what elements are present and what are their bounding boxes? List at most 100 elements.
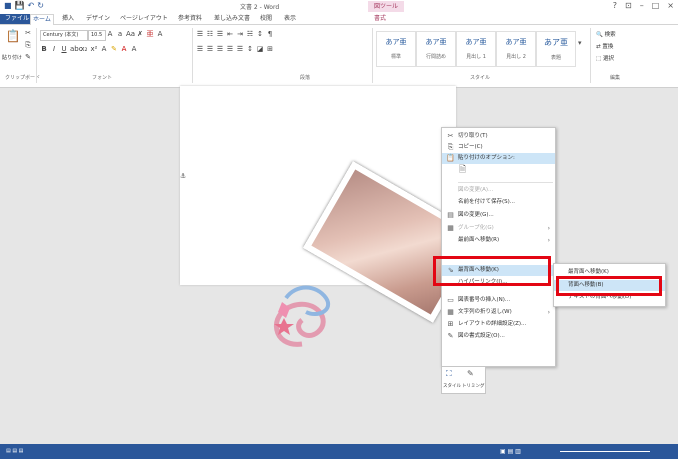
- numbering-icon[interactable]: ☷: [206, 30, 214, 38]
- redo-icon[interactable]: ↻: [37, 1, 44, 10]
- format-painter-icon[interactable]: ✎: [24, 53, 32, 61]
- subscript-icon[interactable]: x₂: [80, 45, 88, 53]
- menu-item-wrap-text[interactable]: ▦ 文字列の折り返し(W) ›: [442, 307, 555, 318]
- styles-more-icon[interactable]: ▾: [578, 39, 582, 47]
- close-icon[interactable]: ×: [667, 1, 674, 10]
- grow-font-icon[interactable]: A: [106, 30, 114, 38]
- menu-item-copy[interactable]: ⎘ コピー(C): [442, 142, 555, 153]
- char-shading-icon[interactable]: A: [130, 45, 138, 53]
- underline-icon[interactable]: U: [60, 45, 68, 53]
- crop-label[interactable]: トリミング: [462, 383, 485, 389]
- style-heading2[interactable]: あア亜 見出し 2: [496, 31, 536, 67]
- menu-item-group: ▦ グループ化(G) ›: [447, 224, 550, 232]
- asian-layout-icon[interactable]: ☵: [246, 30, 254, 38]
- style-normal[interactable]: あア亜 標準: [376, 31, 416, 67]
- tab-home[interactable]: ホーム: [30, 14, 54, 25]
- text-effect-icon[interactable]: A: [100, 45, 108, 53]
- highlight-send-backward: [556, 276, 662, 296]
- undo-icon[interactable]: ↶: [28, 1, 35, 10]
- cut-icon[interactable]: ✂: [24, 29, 32, 37]
- decorative-illustration[interactable]: [262, 262, 362, 362]
- tab-mailings[interactable]: 差し込み文書: [212, 14, 252, 24]
- ribbon-display-icon[interactable]: ⊡: [625, 1, 632, 10]
- replace-icon: ⇄: [596, 44, 601, 50]
- picture-tools-tab: 図ツール: [368, 1, 405, 12]
- replace-button[interactable]: ⇄ 置換: [596, 42, 616, 50]
- highlight-icon[interactable]: ✎: [110, 45, 118, 53]
- shrink-font-icon[interactable]: a: [116, 30, 124, 38]
- font-color-icon[interactable]: A: [120, 45, 128, 53]
- strikethrough-icon[interactable]: abc: [70, 45, 83, 53]
- increase-indent-icon[interactable]: ⇥: [236, 30, 244, 38]
- menu-item-paste-options[interactable]: 📋 貼り付けのオプション:: [442, 153, 555, 164]
- crop-icon[interactable]: ✎: [467, 369, 474, 378]
- save-icon[interactable]: 💾: [15, 1, 25, 10]
- font-name-box[interactable]: Century (本文): [40, 30, 88, 41]
- menu-item-save-as-picture[interactable]: 名前を付けて保存(S)...: [442, 197, 555, 208]
- select-icon: ⬚: [596, 56, 602, 62]
- chevron-right-icon: ›: [547, 225, 550, 232]
- borders-icon[interactable]: ⊞: [266, 45, 274, 53]
- show-marks-icon[interactable]: ¶: [266, 30, 274, 38]
- menu-item-layout-options[interactable]: ⊞ レイアウトの詳細設定(Z)...: [442, 319, 555, 330]
- italic-icon[interactable]: I: [50, 45, 58, 53]
- superscript-icon[interactable]: x²: [90, 45, 98, 53]
- paste-icon: 📋: [446, 154, 455, 162]
- multilevel-icon[interactable]: ☰: [216, 30, 224, 38]
- border-char-icon[interactable]: A: [156, 30, 164, 38]
- style-icon[interactable]: ⛶: [446, 369, 452, 379]
- menu-item-insert-caption[interactable]: ▭ 図表番号の挿入(N)...: [442, 295, 555, 306]
- group-styles: スタイル: [470, 75, 491, 81]
- tab-format[interactable]: 書式: [372, 14, 388, 24]
- justify-icon[interactable]: ☰: [226, 45, 234, 53]
- paste-option-picture[interactable]: 🗎: [442, 165, 555, 179]
- status-page-info[interactable]: ▤ ▤ ▤: [6, 444, 23, 459]
- distribute-icon[interactable]: ☰: [236, 45, 244, 53]
- style-heading1[interactable]: あア亜 見出し 1: [456, 31, 496, 67]
- change-case-icon[interactable]: Aa: [126, 30, 135, 38]
- find-button[interactable]: 🔍 検索: [596, 30, 616, 38]
- bullets-icon[interactable]: ☰: [196, 30, 204, 38]
- align-center-icon[interactable]: ☰: [206, 45, 214, 53]
- mini-toolbar: ⛶ ✎ スタイル トリミング: [441, 366, 486, 394]
- shading-icon[interactable]: ◪: [256, 45, 264, 53]
- style-label[interactable]: スタイル: [443, 383, 461, 389]
- tab-layout[interactable]: ページレイアウト: [118, 14, 170, 24]
- copy-icon[interactable]: ⎘: [24, 41, 32, 49]
- tab-design[interactable]: デザイン: [84, 14, 112, 24]
- word-icon[interactable]: ■: [4, 1, 12, 10]
- style-title[interactable]: あア亜 表題: [536, 31, 576, 67]
- menu-item-format-picture[interactable]: ✎ 図の書式設定(O)...: [442, 331, 555, 342]
- tab-file[interactable]: ファイル: [0, 14, 35, 24]
- help-icon[interactable]: ?: [613, 1, 617, 10]
- decrease-indent-icon[interactable]: ⇤: [226, 30, 234, 38]
- group-paragraph: 段落: [300, 75, 311, 81]
- style-no-spacing[interactable]: あア亜 行間詰め: [416, 31, 456, 67]
- paste-label[interactable]: 貼り付け: [2, 54, 22, 61]
- zoom-slider[interactable]: [560, 451, 650, 452]
- align-left-icon[interactable]: ☰: [196, 45, 204, 53]
- select-button[interactable]: ⬚ 選択: [596, 54, 616, 62]
- font-size-box[interactable]: 10.5: [88, 30, 106, 41]
- sort-icon[interactable]: ↕: [256, 30, 264, 38]
- minimize-icon[interactable]: –: [640, 1, 644, 10]
- align-right-icon[interactable]: ☰: [216, 45, 224, 53]
- bold-icon[interactable]: B: [40, 45, 48, 53]
- tab-review[interactable]: 校閲: [258, 14, 274, 24]
- clear-format-icon[interactable]: ✗: [136, 30, 144, 38]
- menu-item-cut[interactable]: ✂ 切り取り(T): [442, 131, 555, 142]
- menu-item-bring-to-front[interactable]: 最前面へ移動(R) ›: [442, 235, 555, 246]
- anchor-icon[interactable]: ⚓: [180, 172, 186, 180]
- maximize-icon[interactable]: □: [652, 1, 660, 10]
- tab-references[interactable]: 参考資料: [176, 14, 204, 24]
- menu-item-change-picture-2[interactable]: ▤ 図の変更(G)...: [442, 210, 555, 221]
- line-spacing-icon[interactable]: ↕: [246, 45, 254, 53]
- tab-view[interactable]: 表示: [282, 14, 298, 24]
- tab-insert[interactable]: 挿入: [60, 14, 76, 24]
- paste-picture-icon: 🗎: [458, 165, 467, 175]
- picture-icon: ▤: [447, 211, 454, 219]
- phonetic-icon[interactable]: 亜: [146, 30, 154, 38]
- view-buttons[interactable]: ▣ ▤ ▥: [500, 444, 521, 459]
- group-editing: 編集: [610, 75, 621, 81]
- paste-icon[interactable]: 📋: [4, 29, 22, 51]
